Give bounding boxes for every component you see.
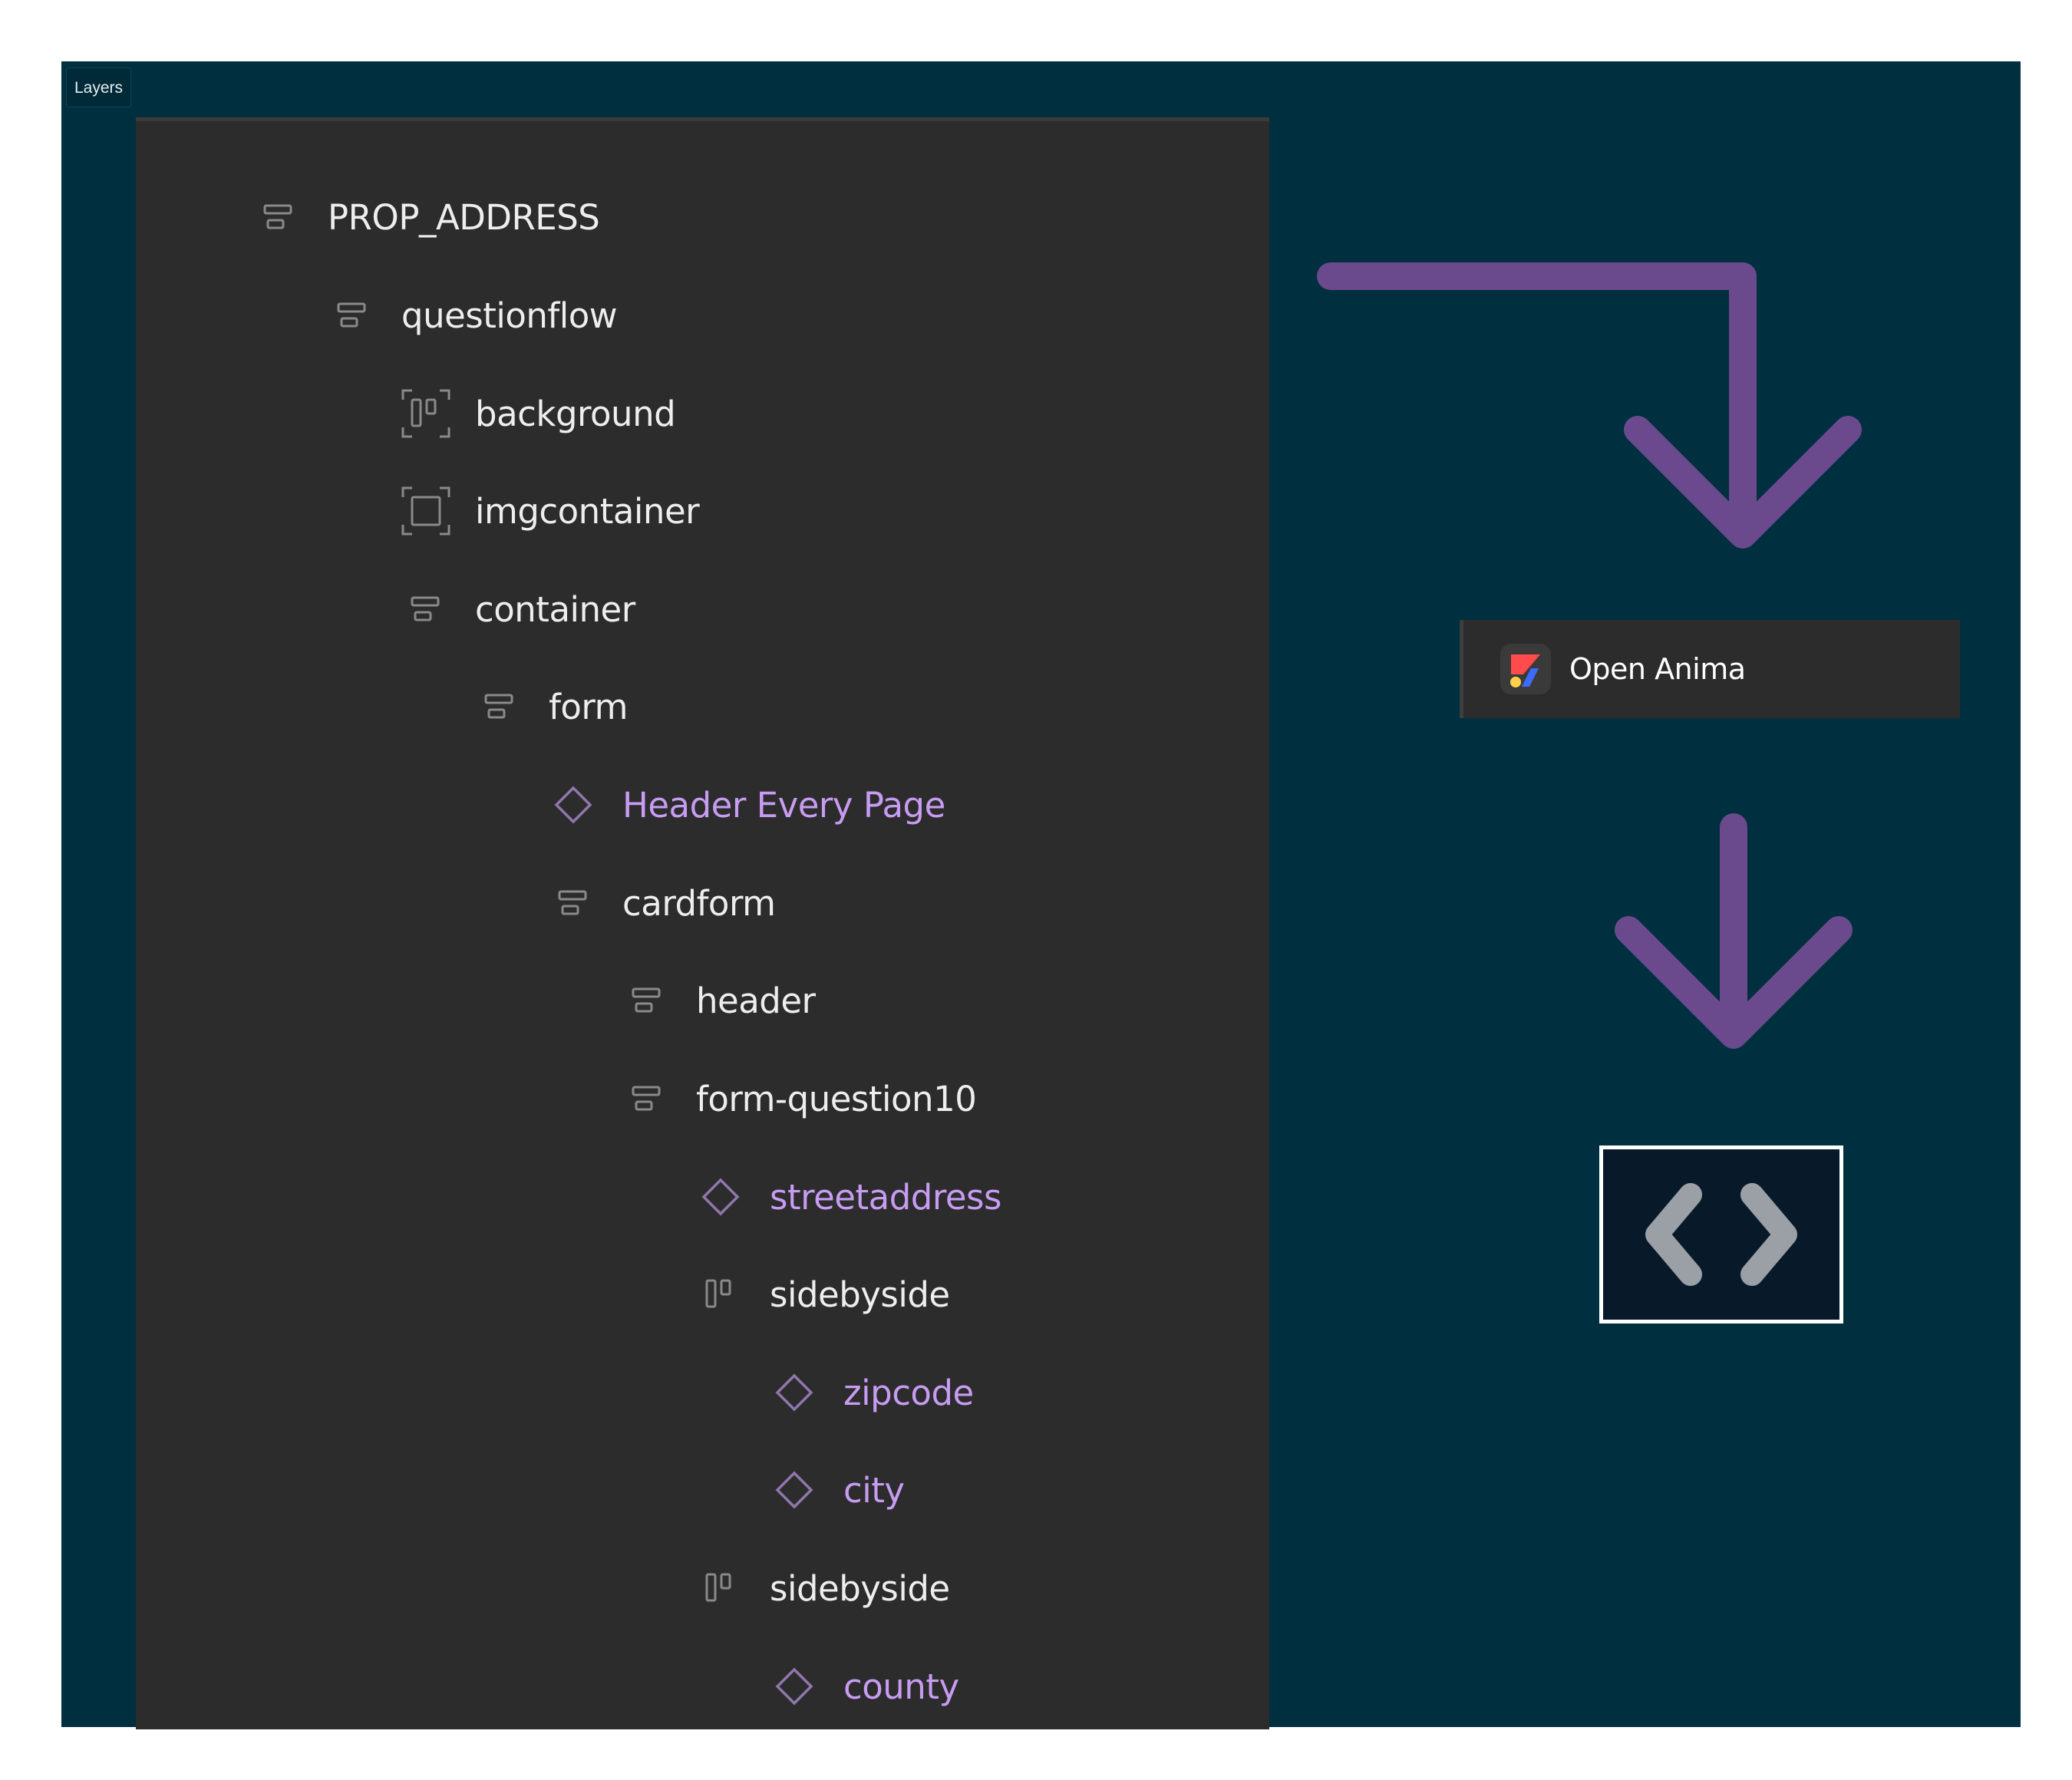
code-brackets-icon (1645, 1183, 1797, 1286)
anima-logo-icon (1500, 644, 1551, 694)
layer-row-questionflow[interactable]: questionflow (328, 285, 618, 346)
layer-row-background[interactable]: background (401, 383, 676, 444)
layer-label: background (475, 393, 676, 434)
arrow-to-anima-icon (1317, 262, 1757, 534)
layer-row-header[interactable]: header (622, 970, 816, 1031)
frame-autolayout-vertical-icon (254, 193, 303, 242)
layer-label: questionflow (401, 295, 618, 336)
layer-row-sidebyside-2[interactable]: sidebyside (696, 1558, 950, 1619)
autolayout-vertical-icon (401, 585, 450, 634)
layer-row-form-question10[interactable]: form-question10 (622, 1068, 977, 1129)
layer-row-county[interactable]: county (770, 1656, 959, 1717)
open-anima-label: Open Anima (1569, 652, 1746, 686)
canvas: Layers PROP_ADDRESS questionflow backgro… (61, 61, 2021, 1729)
layer-row-prop-address[interactable]: PROP_ADDRESS (254, 186, 600, 248)
layer-row-cardform[interactable]: cardform (549, 872, 776, 934)
code-output (1599, 1145, 1843, 1323)
layer-label: cardform (622, 882, 776, 924)
autolayout-vertical-icon (475, 682, 524, 731)
layer-row-container[interactable]: container (401, 578, 635, 640)
layer-label: form (549, 686, 628, 727)
layer-row-city[interactable]: city (770, 1459, 905, 1521)
layer-label: Header Every Page (622, 784, 945, 826)
frame-icon (401, 486, 450, 536)
frame-autolayout-vertical-icon (328, 291, 377, 340)
layer-label: PROP_ADDRESS (328, 196, 600, 238)
layer-label: header (696, 980, 816, 1021)
frame-autolayout-horizontal-icon (401, 389, 450, 438)
component-instance-icon (696, 1172, 745, 1221)
layer-label: sidebyside (770, 1567, 950, 1609)
layers-panel: PROP_ADDRESS questionflow background img… (136, 117, 1269, 1729)
layer-row-sidebyside[interactable]: sidebyside (696, 1264, 950, 1325)
layer-row-form[interactable]: form (475, 676, 628, 737)
layer-label: form-question10 (696, 1078, 977, 1119)
layer-label: streetaddress (770, 1176, 1001, 1218)
layer-label: zipcode (843, 1372, 974, 1413)
layer-row-streetaddress[interactable]: streetaddress (696, 1166, 1001, 1228)
layer-label: city (843, 1469, 905, 1511)
layer-label: sidebyside (770, 1274, 950, 1315)
autolayout-vertical-icon (622, 1074, 671, 1123)
component-instance-icon (770, 1465, 819, 1515)
layer-label: county (843, 1666, 959, 1707)
autolayout-vertical-icon (549, 878, 598, 928)
open-anima-button[interactable]: Open Anima (1460, 620, 1960, 718)
layer-row-header-every-page[interactable]: Header Every Page (549, 774, 945, 836)
autolayout-horizontal-icon (696, 1270, 745, 1319)
component-instance-icon (549, 780, 598, 829)
layer-label: container (475, 588, 635, 630)
autolayout-vertical-icon (622, 976, 671, 1025)
layer-label: imgcontainer (475, 490, 700, 532)
component-instance-icon (770, 1662, 819, 1711)
arrow-to-code-head-icon (1615, 916, 1853, 1049)
layer-row-zipcode[interactable]: zipcode (770, 1362, 974, 1423)
layers-tab[interactable]: Layers (66, 68, 131, 107)
arrow-to-anima-head-icon (1624, 416, 1862, 549)
component-instance-icon (770, 1368, 819, 1417)
layer-row-imgcontainer[interactable]: imgcontainer (401, 480, 700, 542)
autolayout-horizontal-icon (696, 1564, 745, 1613)
